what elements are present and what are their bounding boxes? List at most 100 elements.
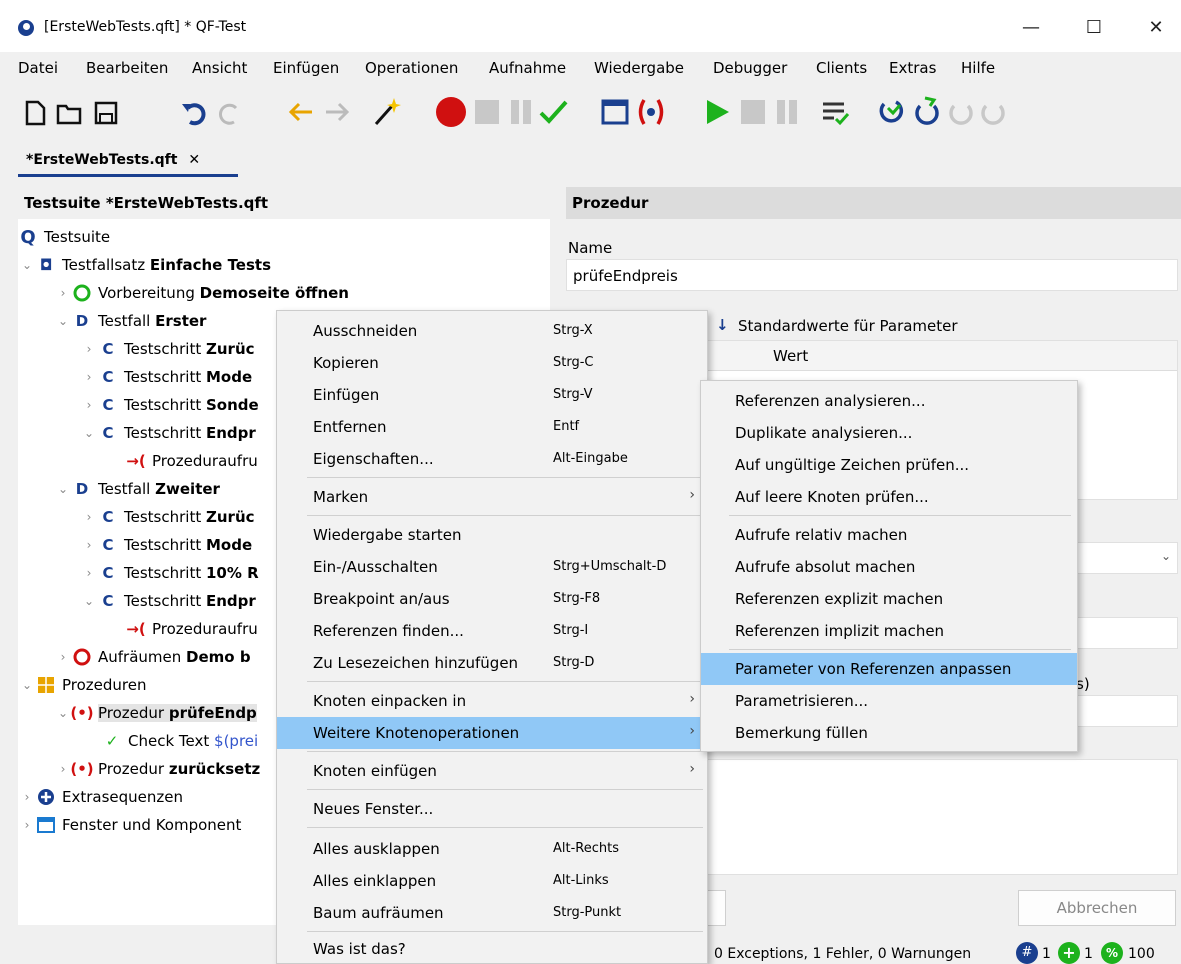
chevron-right-icon[interactable]: › (54, 650, 72, 664)
chevron-down-icon[interactable]: ⌄ (18, 258, 36, 272)
text-field[interactable] (1066, 695, 1178, 727)
tree-item-prozeduraufruf[interactable]: →( Prozeduraufru (126, 615, 257, 643)
window-icon[interactable] (598, 94, 632, 130)
menu-item-neues-fenster[interactable]: Neues Fenster... (277, 793, 707, 825)
chevron-down-icon[interactable]: ⌄ (80, 426, 98, 440)
menu-hilfe[interactable]: Hilfe (961, 59, 995, 77)
submenu-item-referenzen-analysieren[interactable]: Referenzen analysieren... (701, 385, 1077, 417)
tree-item-prozedur-pruefeendpreis[interactable]: ⌄ (•) Prozedur prüfeEndp (54, 699, 257, 727)
save-icon[interactable] (88, 94, 122, 130)
stop-icon[interactable] (736, 94, 770, 130)
play-icon[interactable] (700, 94, 734, 130)
menu-item-ausschneiden[interactable]: Ausschneiden Strg-X (277, 315, 707, 347)
tab-erstewebtests[interactable]: *ErsteWebTests.qft ✕ (18, 145, 238, 177)
menu-item-knoten-einfuegen[interactable]: Knoten einfügen › (277, 755, 707, 787)
submenu-item-aufrufe-relativ[interactable]: Aufrufe relativ machen (701, 519, 1077, 551)
ok-button[interactable] (706, 890, 726, 926)
menu-item-einfuegen[interactable]: Einfügen Strg-V (277, 379, 707, 411)
chevron-down-icon[interactable]: ⌄ (54, 482, 72, 496)
column-header-wert[interactable]: Wert (773, 347, 808, 365)
close-button[interactable]: ✕ (1134, 12, 1178, 44)
menu-clients[interactable]: Clients (816, 59, 867, 77)
chevron-right-icon[interactable]: › (18, 818, 36, 832)
back-arrow-icon[interactable] (284, 94, 318, 130)
menu-aufnahme[interactable]: Aufnahme (489, 59, 566, 77)
tree-item-testschritt[interactable]: › C Testschritt Mode (80, 531, 253, 559)
magic-wand-icon[interactable] (368, 94, 402, 130)
pause-record-icon[interactable] (504, 94, 538, 130)
menu-item-baum-aufraeumen[interactable]: Baum aufräumen Strg-Punkt (277, 897, 707, 929)
chevron-down-icon[interactable]: ⌄ (18, 678, 36, 692)
tree-item-check-text[interactable]: ✓ Check Text $(prei (102, 727, 258, 755)
menu-item-entfernen[interactable]: Entfernen Entf (277, 411, 707, 443)
tree-item-testfallsatz[interactable]: ⌄ ◘ Testfallsatz Einfache Tests (18, 251, 271, 279)
minimize-button[interactable]: — (1009, 12, 1053, 44)
forward-arrow-icon[interactable] (320, 94, 354, 130)
menu-datei[interactable]: Datei (18, 59, 58, 77)
continue-icon[interactable] (976, 94, 1010, 130)
submenu-item-parameter-anpassen[interactable]: Parameter von Referenzen anpassen (701, 653, 1077, 685)
step-over-icon[interactable] (910, 94, 944, 130)
chevron-down-icon[interactable]: ⌄ (54, 706, 72, 720)
submenu-item-ungueltige-zeichen[interactable]: Auf ungültige Zeichen prüfen... (701, 449, 1077, 481)
chevron-right-icon[interactable]: › (54, 762, 72, 776)
text-field[interactable] (1066, 617, 1178, 649)
menu-extras[interactable]: Extras (889, 59, 936, 77)
undo-icon[interactable] (178, 94, 212, 130)
chevron-right-icon[interactable]: › (80, 566, 98, 580)
menu-item-alles-einklappen[interactable]: Alles einklappen Alt-Links (277, 865, 707, 897)
menu-operationen[interactable]: Operationen (365, 59, 458, 77)
menu-item-alles-ausklappen[interactable]: Alles ausklappen Alt-Rechts (277, 833, 707, 865)
chevron-right-icon[interactable]: › (54, 286, 72, 300)
menu-item-knoten-einpacken[interactable]: Knoten einpacken in › (277, 685, 707, 717)
pause-icon[interactable] (770, 94, 804, 130)
menu-item-wiedergabe-starten[interactable]: Wiedergabe starten (277, 519, 707, 551)
menu-item-marken[interactable]: Marken › (277, 481, 707, 513)
check-icon[interactable] (536, 94, 570, 130)
comment-area[interactable] (706, 759, 1178, 875)
menu-item-kopieren[interactable]: Kopieren Strg-C (277, 347, 707, 379)
tree-item-testfall-erster[interactable]: ⌄ D Testfall Erster (54, 307, 207, 335)
tree-item-prozeduren[interactable]: ⌄ Prozeduren (18, 671, 147, 699)
cancel-button[interactable]: Abbrechen (1018, 890, 1176, 926)
stop-record-icon[interactable] (470, 94, 504, 130)
tree-item-testfall-zweiter[interactable]: ⌄ D Testfall Zweiter (54, 475, 220, 503)
submenu-item-bemerkung-fuellen[interactable]: Bemerkung füllen (701, 717, 1077, 749)
chevron-right-icon[interactable]: › (80, 342, 98, 356)
dropdown-field[interactable]: ⌄ (1066, 542, 1178, 574)
chevron-right-icon[interactable]: › (80, 398, 98, 412)
chevron-right-icon[interactable]: › (80, 538, 98, 552)
new-file-icon[interactable] (18, 94, 52, 130)
tree-item-testsuite[interactable]: Q Testsuite (18, 223, 110, 251)
menu-item-breakpoint[interactable]: Breakpoint an/aus Strg-F8 (277, 583, 707, 615)
step-list-icon[interactable] (818, 94, 852, 130)
tab-close-icon[interactable]: ✕ (188, 152, 200, 168)
procedure-record-icon[interactable] (634, 94, 668, 130)
chevron-right-icon[interactable]: › (80, 370, 98, 384)
menu-item-lesezeichen[interactable]: Zu Lesezeichen hinzufügen Strg-D (277, 647, 707, 679)
menu-bearbeiten[interactable]: Bearbeiten (86, 59, 168, 77)
tree-item-testschritt[interactable]: › C Testschritt 10% R (80, 559, 259, 587)
submenu-item-leere-knoten[interactable]: Auf leere Knoten prüfen... (701, 481, 1077, 513)
menu-debugger[interactable]: Debugger (713, 59, 787, 77)
tree-item-testschritt[interactable]: › C Testschritt Mode (80, 363, 253, 391)
menu-item-eigenschaften[interactable]: Eigenschaften... Alt-Eingabe (277, 443, 707, 475)
submenu-item-duplikate-analysieren[interactable]: Duplikate analysieren... (701, 417, 1077, 449)
tree-item-testschritt[interactable]: › C Testschritt Zurüc (80, 335, 255, 363)
tree-item-aufraeumen[interactable]: › Aufräumen Demo b (54, 643, 251, 671)
name-field[interactable]: prüfeEndpreis (566, 259, 1178, 291)
tree-item-extrasequenzen[interactable]: › Extrasequenzen (18, 783, 183, 811)
menu-item-referenzen-finden[interactable]: Referenzen finden... Strg-I (277, 615, 707, 647)
menu-einfuegen[interactable]: Einfügen (273, 59, 339, 77)
maximize-button[interactable]: ☐ (1072, 12, 1116, 44)
chevron-down-icon[interactable]: ⌄ (80, 594, 98, 608)
menu-item-weitere-knotenoperationen[interactable]: Weitere Knotenoperationen › (277, 717, 707, 749)
tree-item-prozedur-zuruecksetzen[interactable]: › (•) Prozedur zurücksetz (54, 755, 261, 783)
submenu-item-parametrisieren[interactable]: Parametrisieren... (701, 685, 1077, 717)
tree-item-testschritt[interactable]: ⌄ C Testschritt Endpr (80, 587, 256, 615)
tree-item-testschritt[interactable]: › C Testschritt Sonde (80, 391, 259, 419)
tree-item-prozeduraufruf[interactable]: →( Prozeduraufru (126, 447, 257, 475)
chevron-right-icon[interactable]: › (80, 510, 98, 524)
step-in-icon[interactable] (876, 94, 910, 130)
menu-ansicht[interactable]: Ansicht (192, 59, 247, 77)
